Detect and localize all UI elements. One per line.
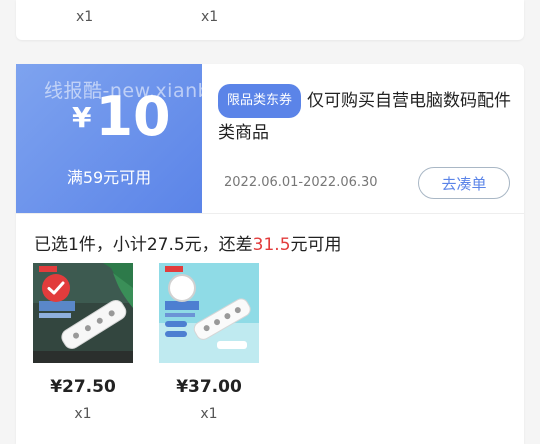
coupon-validity: 2022.06.01-2022.06.30	[224, 175, 378, 190]
product-quantity: x1	[74, 406, 92, 422]
selection-summary: 已选1件，小计27.5元，还差31.5元可用	[34, 230, 342, 255]
coupon-value-panel: 线报酷-new.xianbao.fun ¥ 10 满59元可用	[16, 64, 202, 213]
item-quantity: x1	[76, 9, 94, 25]
coupon-amount: ¥ 10	[72, 90, 171, 144]
coupon-card: 线报酷-new.xianbao.fun ¥ 10 满59元可用 限品类东券仅可购…	[16, 64, 524, 444]
coupon-condition: 满59元可用	[66, 168, 152, 187]
coupon-value: 10	[95, 85, 171, 148]
product-item[interactable]: ¥27.50 x1	[33, 263, 133, 422]
add-items-button[interactable]: 去凑单	[418, 167, 510, 199]
coupon-info: 限品类东券 仅可购买自营电脑数码配件类商品 2022.06.01-2022.06.…	[202, 64, 524, 213]
previous-order-card: x1 x1	[16, 0, 524, 40]
remaining-amount: 31.5	[252, 235, 291, 255]
item-quantity: x1	[201, 9, 219, 25]
coupon-type-badge: 限品类东券	[218, 84, 302, 118]
summary-suffix: 元可用	[290, 235, 342, 255]
coupon-title: 限品类东券 仅可购买自营电脑数码配件类商品	[218, 84, 518, 148]
product-image[interactable]	[159, 263, 259, 363]
product-price: ¥27.50	[50, 377, 116, 397]
product-quantity: x1	[200, 406, 218, 422]
divider	[16, 213, 524, 214]
currency-symbol: ¥	[72, 101, 92, 134]
checkmark-badge-icon[interactable]	[41, 273, 71, 303]
product-image[interactable]	[33, 263, 133, 363]
product-price: ¥37.00	[176, 377, 242, 397]
summary-prefix: 已选1件，小计27.5元，还差	[34, 235, 253, 255]
empty-circle-icon[interactable]	[167, 273, 197, 303]
product-item[interactable]: ¥37.00 x1	[159, 263, 259, 422]
